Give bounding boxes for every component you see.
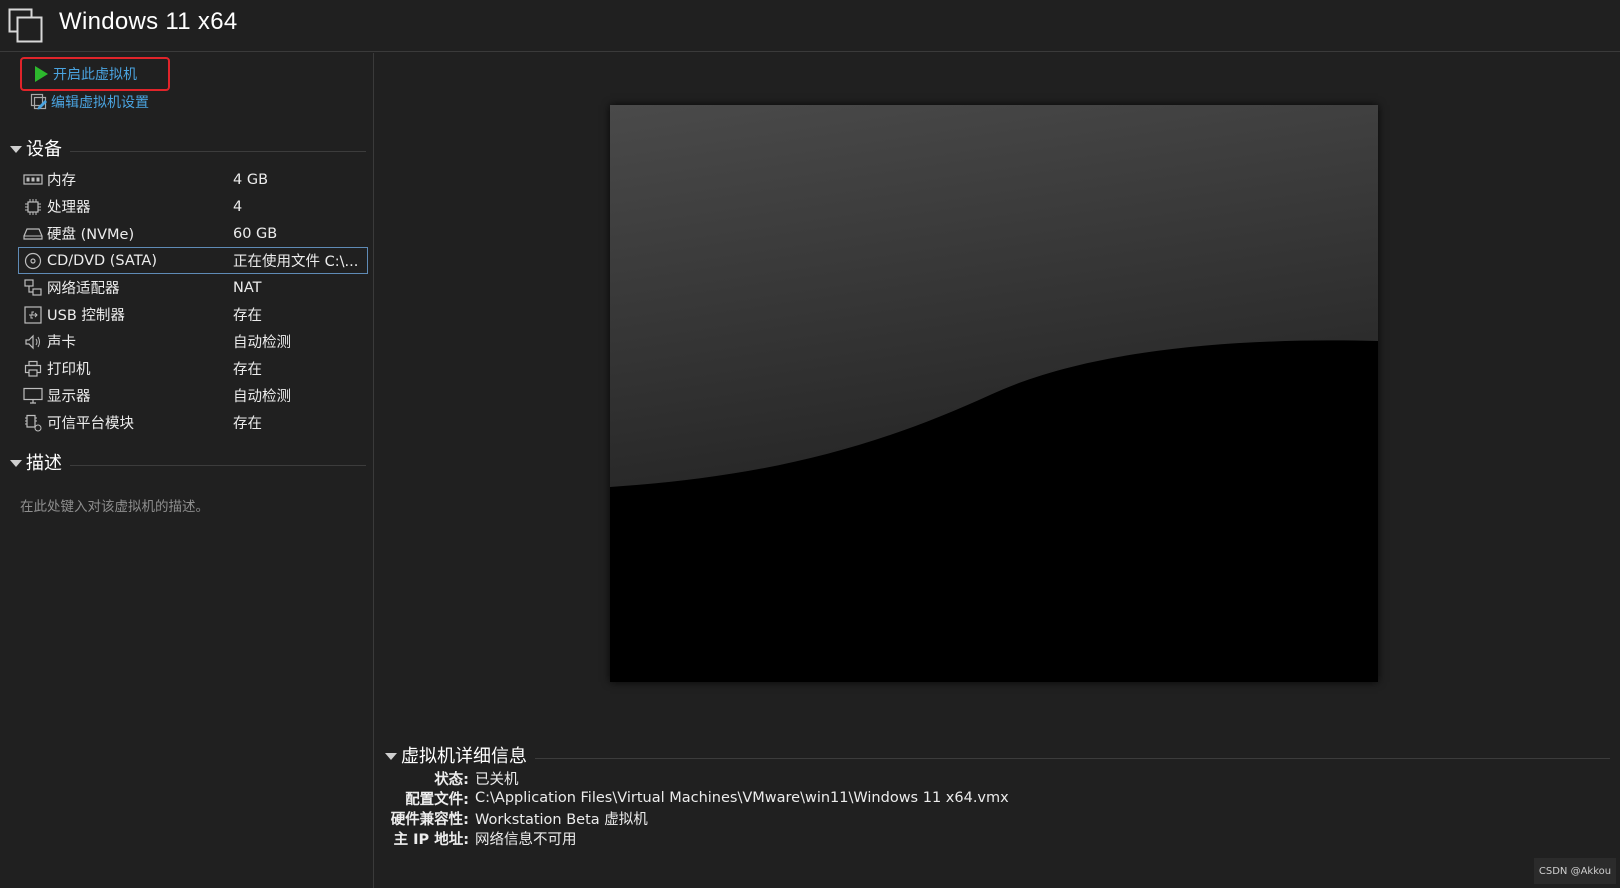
start-vm-button[interactable]: 开启此虚拟机 — [20, 57, 170, 91]
collapse-arrow-icon — [385, 752, 397, 760]
detail-key: 配置文件: — [405, 791, 469, 808]
device-row-network-adapter[interactable]: 网络适配器 NAT — [18, 274, 368, 301]
hard-disk-icon — [22, 225, 44, 243]
play-icon — [32, 65, 50, 83]
detail-key: 硬件兼容性: — [390, 811, 469, 828]
device-value: 自动检测 — [233, 389, 291, 405]
device-list: 内存 4 GB 处理器 4 硬盘 (NVMe) 60 GB CD/DVD (SA… — [18, 166, 368, 436]
device-value: 存在 — [233, 308, 262, 324]
detail-key: 状态: — [434, 771, 469, 788]
device-name: 内存 — [47, 173, 76, 189]
display-icon — [22, 387, 44, 405]
device-name: 显示器 — [47, 389, 91, 405]
device-name: 打印机 — [47, 362, 91, 378]
edit-settings-icon — [30, 93, 48, 111]
detail-row-ip-address: 主 IP 地址: 网络信息不可用 — [375, 828, 1275, 848]
device-name: 硬盘 (NVMe) — [47, 227, 135, 243]
collapse-arrow-icon — [10, 145, 22, 153]
printer-icon — [22, 360, 44, 378]
vm-screen-thumbnail-icon — [610, 105, 1378, 682]
device-row-hard-disk[interactable]: 硬盘 (NVMe) 60 GB — [18, 220, 368, 247]
vm-details-heading: 虚拟机详细信息 — [401, 746, 527, 767]
sound-card-icon — [22, 333, 44, 351]
vm-details-list: 状态: 已关机 配置文件: C:\Application Files\Virtu… — [375, 768, 1275, 848]
detail-value: 网络信息不可用 — [475, 831, 577, 848]
device-value: 存在 — [233, 362, 262, 378]
device-name: 可信平台模块 — [47, 416, 134, 432]
description-section-header[interactable]: 描述 — [10, 449, 366, 475]
edit-vm-settings-label: 编辑虚拟机设置 — [51, 95, 149, 111]
right-pane: 虚拟机详细信息 状态: 已关机 配置文件: C:\Application Fil… — [375, 53, 1620, 888]
device-value: 存在 — [233, 416, 262, 432]
tpm-icon — [22, 414, 44, 432]
device-row-cd-dvd[interactable]: CD/DVD (SATA) 正在使用文件 C:\... — [18, 247, 368, 274]
vm-title: Windows 11 x64 — [59, 8, 238, 35]
edit-vm-settings-button[interactable]: 编辑虚拟机设置 — [30, 89, 149, 115]
watermark: CSDN @Akkou — [1534, 858, 1616, 884]
divider — [70, 464, 366, 466]
vm-screen-preview[interactable] — [610, 105, 1378, 682]
device-row-tpm[interactable]: 可信平台模块 存在 — [18, 409, 368, 436]
device-row-processor[interactable]: 处理器 4 — [18, 193, 368, 220]
device-value: NAT — [233, 279, 262, 296]
divider — [535, 757, 1610, 759]
detail-row-hardware-compat: 硬件兼容性: Workstation Beta 虚拟机 — [375, 808, 1275, 828]
device-name: 声卡 — [47, 335, 76, 351]
detail-value: C:\Application Files\Virtual Machines\VM… — [475, 790, 1009, 806]
title-bar: Windows 11 x64 — [0, 0, 1620, 52]
collapse-arrow-icon — [10, 459, 22, 467]
device-row-memory[interactable]: 内存 4 GB — [18, 166, 368, 193]
device-row-sound-card[interactable]: 声卡 自动检测 — [18, 328, 368, 355]
detail-value: Workstation Beta 虚拟机 — [475, 811, 648, 828]
devices-heading: 设备 — [26, 139, 62, 160]
detail-value: 已关机 — [475, 771, 519, 788]
left-pane: 开启此虚拟机 编辑虚拟机设置 设备 内存 4 GB 处理器 4 硬盘 (NVMe… — [0, 53, 374, 888]
device-value: 正在使用文件 C:\... — [233, 254, 359, 270]
start-vm-label: 开启此虚拟机 — [53, 67, 137, 83]
device-value: 4 GB — [233, 171, 269, 188]
virtual-machine-icon — [8, 8, 44, 44]
memory-icon — [22, 171, 44, 189]
detail-row-status: 状态: 已关机 — [375, 768, 1275, 788]
detail-key: 主 IP 地址: — [393, 831, 469, 848]
cpu-icon — [22, 198, 44, 216]
devices-section-header[interactable]: 设备 — [10, 135, 366, 161]
detail-row-config-file: 配置文件: C:\Application Files\Virtual Machi… — [375, 788, 1275, 808]
device-value: 60 GB — [233, 225, 278, 242]
description-heading: 描述 — [26, 453, 62, 474]
usb-icon — [22, 305, 44, 324]
divider — [70, 150, 366, 152]
vm-details-section-header[interactable]: 虚拟机详细信息 — [385, 742, 1610, 768]
device-row-display[interactable]: 显示器 自动检测 — [18, 382, 368, 409]
device-value: 4 — [233, 198, 243, 215]
device-name: 处理器 — [47, 200, 91, 216]
cd-dvd-icon — [22, 252, 44, 270]
device-row-usb-controller[interactable]: USB 控制器 存在 — [18, 301, 368, 328]
device-name: USB 控制器 — [47, 308, 125, 324]
device-name: CD/DVD (SATA) — [47, 252, 158, 269]
network-adapter-icon — [22, 278, 44, 297]
device-row-printer[interactable]: 打印机 存在 — [18, 355, 368, 382]
device-name: 网络适配器 — [47, 281, 120, 297]
description-input[interactable]: 在此处键入对该虚拟机的描述。 — [20, 495, 209, 515]
device-value: 自动检测 — [233, 335, 291, 351]
